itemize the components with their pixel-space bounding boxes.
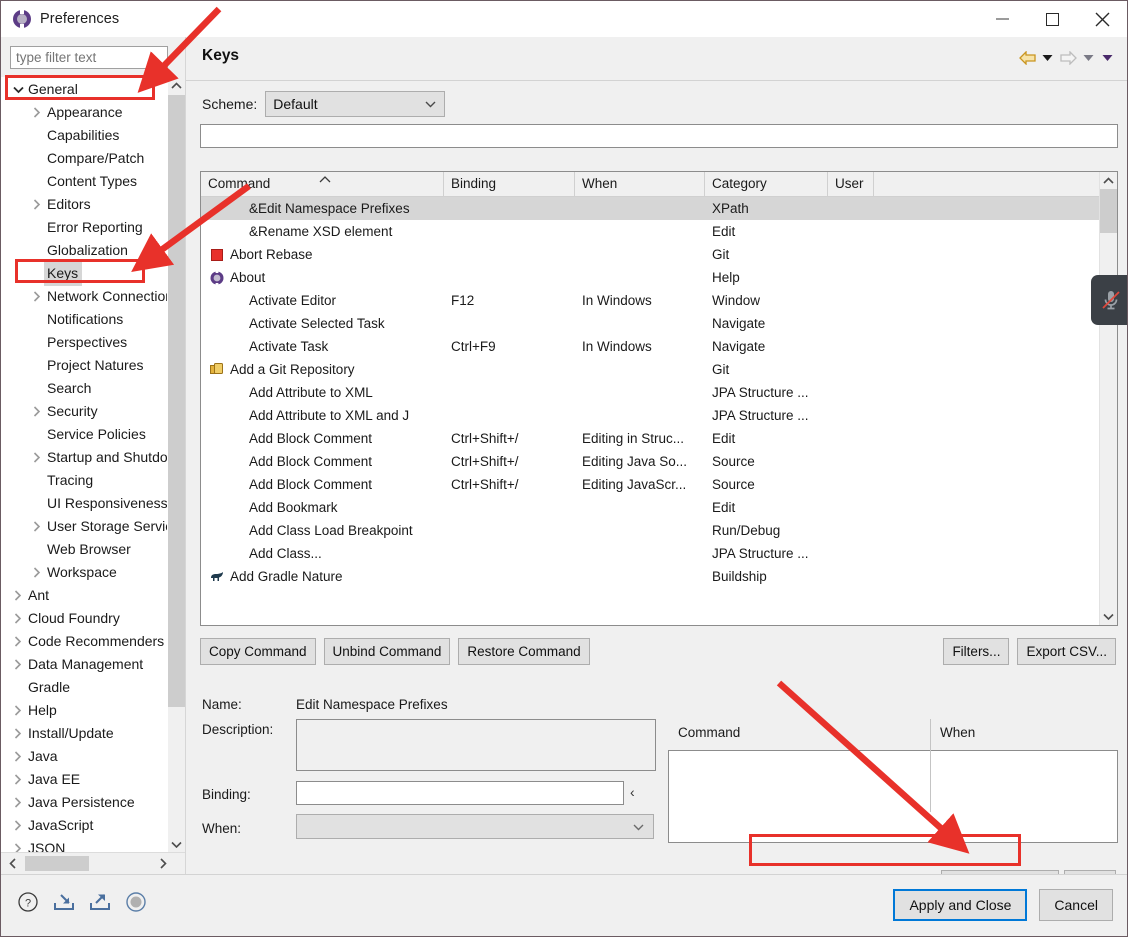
arrow-to-general	[137, 6, 222, 93]
arrow-to-restore-defaults	[776, 680, 970, 854]
annotation-arrows	[131, 6, 970, 854]
preferences-dialog: Preferences GeneralAppearanceCapabilitie…	[0, 0, 1128, 937]
arrow-to-keys	[131, 183, 251, 273]
